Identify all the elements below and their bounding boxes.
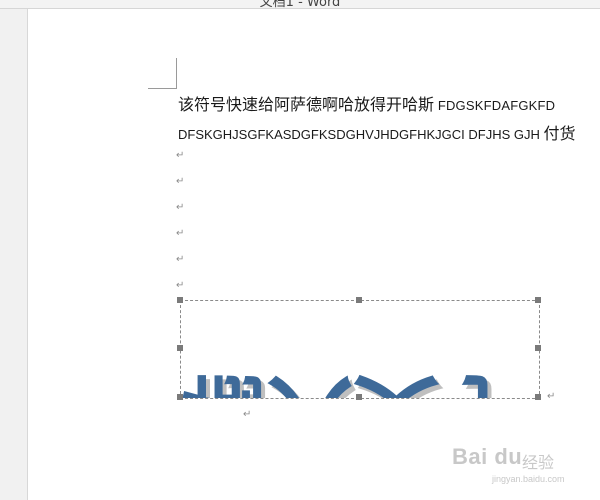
document-page[interactable] — [28, 9, 600, 500]
body-text-latin: DFSKGHJSGFKASDGFKSDGHVJHDGFHKJGCI DFJHS … — [178, 127, 544, 142]
resize-handle-left[interactable] — [177, 345, 183, 351]
paragraph-mark: ↵ — [176, 228, 185, 239]
watermark-url: jingyan.baidu.com — [492, 474, 565, 484]
window-title: 文档1 - Word — [259, 0, 341, 9]
paragraph-mark: ↵ — [547, 391, 556, 402]
resize-handle-bottom-left[interactable] — [177, 394, 183, 400]
left-margin-area — [0, 9, 28, 500]
paragraph-mark: ↵ — [176, 202, 185, 213]
resize-handle-top-left[interactable] — [177, 297, 183, 303]
body-text-cjk: 该符号快速给阿萨德啊哈放得开哈斯 — [178, 95, 435, 114]
resize-handle-top-right[interactable] — [535, 297, 541, 303]
paragraph-mark: ↵ — [176, 280, 185, 291]
resize-handle-bottom-right[interactable] — [535, 394, 541, 400]
body-text-cjk: 付货 — [543, 124, 576, 143]
body-text-line[interactable]: DFSKGHJSGFKASDGFKSDGHVJHDGFHKJGCI DFJHS … — [178, 120, 576, 144]
body-text-line[interactable]: 该符号快速给阿萨德啊哈放得开哈斯 FDGSKFDAFGKFD — [178, 91, 555, 115]
title-bar: 文档1 - Word — [0, 0, 600, 9]
paragraph-mark: ↵ — [176, 150, 185, 161]
paragraph-mark: ↵ — [176, 176, 185, 187]
resize-handle-top[interactable] — [356, 297, 362, 303]
baidu-jingyan-watermark: Bai du 经验 jingyan.baidu.com — [452, 440, 592, 490]
paragraph-mark: ↵ — [176, 254, 185, 265]
body-text-latin: FDGSKFDAFGKFD — [434, 98, 556, 113]
paragraph-mark: ↵ — [243, 409, 252, 420]
resize-handle-right[interactable] — [535, 345, 541, 351]
watermark-logo: Bai du — [452, 444, 523, 469]
margin-corner-mark — [176, 58, 177, 88]
margin-corner-mark — [148, 88, 177, 89]
resize-handle-bottom[interactable] — [356, 394, 362, 400]
wordart-selection-frame[interactable] — [180, 300, 540, 399]
watermark-label: 经验 — [522, 453, 555, 472]
